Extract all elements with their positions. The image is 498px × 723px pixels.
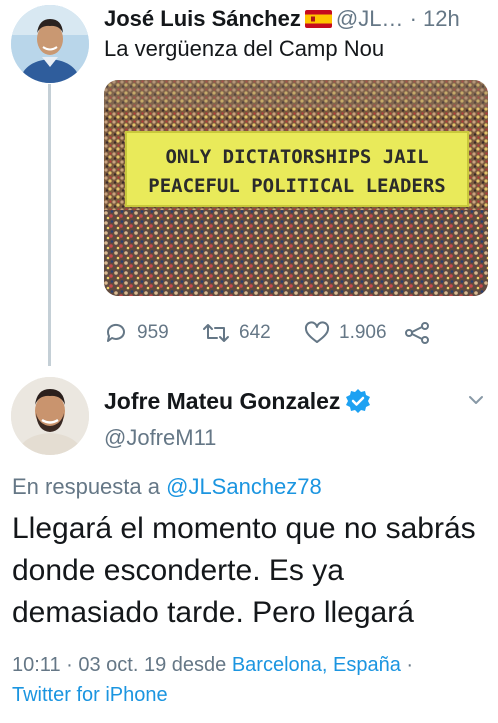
thread-connector-line [48, 84, 51, 366]
reply-prefix: En respuesta a [12, 474, 160, 499]
heart-icon [304, 321, 330, 343]
retweet-icon [203, 324, 229, 342]
tweet2-date: 03 oct. 19 [78, 654, 167, 676]
avatar[interactable] [11, 377, 89, 455]
tweet1-header: José Luis Sánchez @JL… · 12h [104, 5, 460, 33]
chevron-down-icon[interactable] [466, 390, 486, 410]
avatar[interactable] [11, 5, 89, 83]
stadium-photo: ONLY DICTATORSHIPS JAIL PEACEFUL POLITIC… [104, 80, 488, 296]
share-icon [405, 322, 429, 344]
share-button[interactable] [404, 318, 439, 348]
tweet2-client-link[interactable]: Twitter for iPhone [12, 684, 168, 706]
retweet-button[interactable]: 642 [202, 318, 271, 348]
retweet-count: 642 [239, 322, 271, 343]
banner-line-2: PEACEFUL POLITICAL LEADERS [148, 175, 445, 197]
tweet2-metadata: 10:11 · 03 oct. 19 desde Barcelona, Espa… [12, 654, 414, 706]
tweet2-location-link[interactable]: Barcelona, España [232, 654, 401, 676]
tweet2-time: 10:11 [12, 654, 61, 676]
profile-photo-icon [11, 5, 89, 83]
profile-photo-icon [11, 377, 89, 455]
like-count: 1.906 [339, 322, 387, 343]
reply-context: En respuesta a @JLSanchez78 [12, 473, 322, 501]
tweet2-text: Llegará el momento que no sabrás donde e… [12, 512, 476, 629]
banner-line-1: ONLY DICTATORSHIPS JAIL [165, 146, 428, 168]
spain-flag-icon [304, 10, 332, 28]
tweet1-actions-bar: 959 642 1.906 [104, 318, 434, 348]
tweet1-handle[interactable]: @JL… [336, 6, 404, 31]
tweet2-from-word: desde [171, 654, 227, 676]
reply-count: 959 [137, 322, 169, 343]
reply-icon [106, 323, 125, 342]
like-button[interactable]: 1.906 [304, 318, 387, 348]
tweet1-author-name[interactable]: José Luis Sánchez [104, 6, 301, 31]
tweet2-handle[interactable]: @JofreM11 [104, 423, 216, 453]
tweet2-author-name[interactable]: Jofre Mateu Gonzalez [104, 386, 340, 416]
tweet1-timestamp[interactable]: 12h [423, 6, 460, 31]
reply-mention-link[interactable]: @JLSanchez78 [166, 474, 322, 499]
tweet1-separator: · [409, 6, 417, 31]
reply-button[interactable]: 959 [104, 318, 169, 348]
verified-badge-icon [346, 389, 370, 413]
tweet1-media-image[interactable]: ONLY DICTATORSHIPS JAIL PEACEFUL POLITIC… [104, 80, 488, 296]
tweet1-text: La vergüenza del Camp Nou [104, 36, 385, 61]
